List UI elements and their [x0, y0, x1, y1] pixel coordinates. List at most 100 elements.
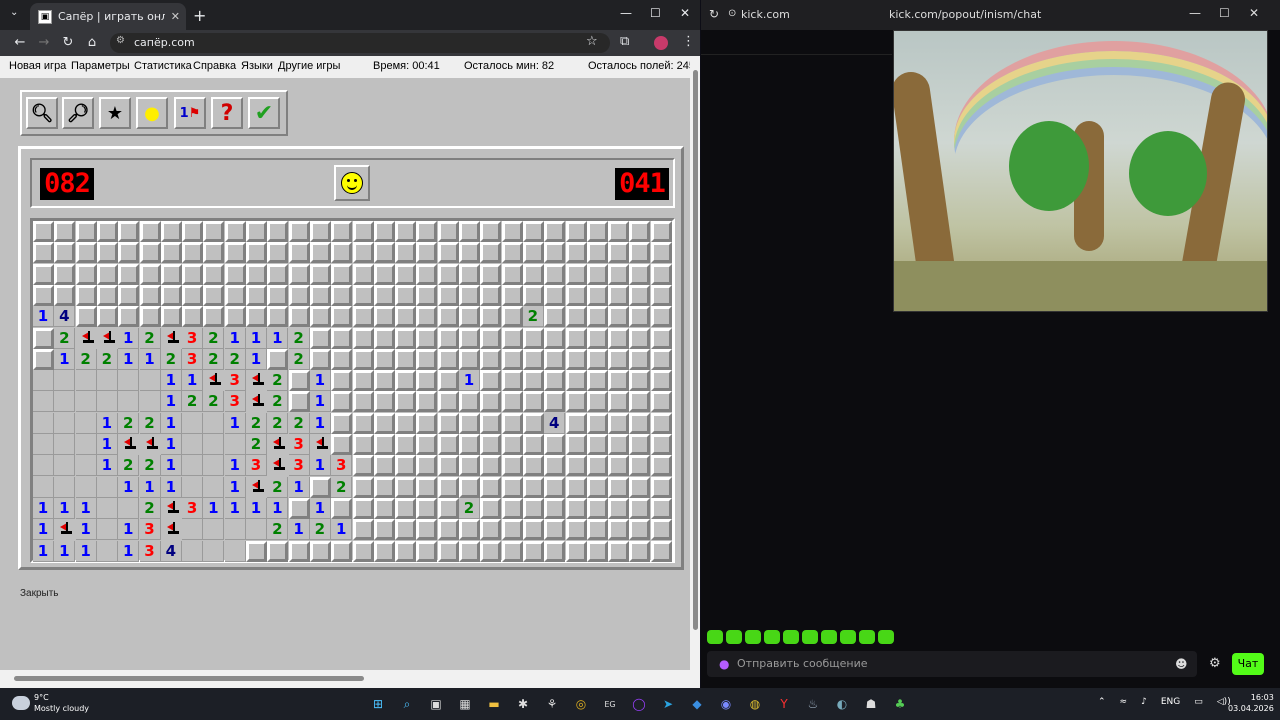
cell-number[interactable]: 1 [309, 412, 331, 434]
cell-empty[interactable] [96, 391, 118, 413]
cell-unopened[interactable] [565, 221, 587, 242]
cell-unopened[interactable] [501, 327, 523, 349]
cell-unopened[interactable] [288, 391, 310, 413]
cell-unopened[interactable] [160, 221, 182, 242]
cell-unopened[interactable] [437, 476, 459, 498]
cell-unopened[interactable] [352, 391, 374, 413]
cell-flagged[interactable] [267, 434, 289, 455]
cell-unopened[interactable] [522, 284, 544, 306]
cell-number[interactable]: 2 [75, 348, 97, 370]
cell-unopened[interactable] [544, 284, 566, 306]
cell-number[interactable]: 2 [118, 412, 140, 434]
cell-unopened[interactable] [373, 327, 395, 349]
cell-unopened[interactable] [437, 242, 459, 264]
cell-unopened[interactable] [395, 434, 417, 455]
cell-empty[interactable] [118, 497, 140, 519]
cell-unopened[interactable] [608, 284, 630, 306]
cell-unopened[interactable] [331, 434, 353, 455]
cell-number[interactable]: 1 [309, 455, 331, 477]
cell-unopened[interactable] [480, 284, 502, 306]
home-icon[interactable]: ⌂ [80, 35, 104, 50]
cell-unopened[interactable] [437, 284, 459, 306]
cell-unopened[interactable] [608, 327, 630, 349]
cell-unopened[interactable] [650, 221, 672, 242]
cell-number[interactable]: 1 [246, 497, 267, 519]
cell-unopened[interactable] [352, 242, 374, 264]
cell-unopened[interactable] [608, 221, 630, 242]
menu-help[interactable]: Справка [193, 60, 236, 72]
cell-empty[interactable] [54, 455, 76, 477]
cell-unopened[interactable] [373, 306, 395, 328]
cell-unopened[interactable] [395, 519, 417, 541]
cell-unopened[interactable] [331, 221, 353, 242]
cell-number[interactable]: 1 [75, 540, 97, 562]
cell-flagged[interactable] [309, 434, 331, 455]
cell-unopened[interactable] [586, 348, 608, 370]
cell-unopened[interactable] [629, 540, 651, 562]
cell-unopened[interactable] [246, 221, 267, 242]
cell-unopened[interactable] [544, 306, 566, 328]
cell-empty[interactable] [75, 476, 97, 498]
cell-unopened[interactable] [160, 284, 182, 306]
cell-unopened[interactable] [331, 284, 353, 306]
cell-unopened[interactable] [224, 221, 246, 242]
cell-unopened[interactable] [309, 306, 331, 328]
cell-unopened[interactable] [565, 476, 587, 498]
cell-unopened[interactable] [309, 540, 331, 562]
cell-number[interactable]: 1 [96, 412, 118, 434]
cell-unopened[interactable] [650, 306, 672, 328]
cell-number[interactable]: 3 [331, 455, 353, 477]
cell-unopened[interactable] [459, 263, 480, 285]
cell-empty[interactable] [182, 412, 204, 434]
cell-unopened[interactable] [565, 540, 587, 562]
cell-empty[interactable] [182, 455, 204, 477]
cell-number[interactable]: 2 [267, 370, 289, 392]
cell-unopened[interactable] [331, 412, 353, 434]
cell-unopened[interactable] [629, 263, 651, 285]
cell-number[interactable]: 1 [246, 327, 267, 349]
cell-unopened[interactable] [373, 497, 395, 519]
cell-unopened[interactable] [608, 497, 630, 519]
cell-empty[interactable] [54, 412, 76, 434]
cell-empty[interactable] [139, 370, 161, 392]
cell-unopened[interactable] [437, 306, 459, 328]
cell-unopened[interactable] [246, 306, 267, 328]
minimize-icon[interactable]: — [1189, 6, 1201, 20]
cell-flagged[interactable] [160, 519, 182, 541]
cell-unopened[interactable] [586, 284, 608, 306]
cell-empty[interactable] [182, 434, 204, 455]
cell-unopened[interactable] [586, 221, 608, 242]
check-icon[interactable]: ✔ [248, 97, 280, 129]
cell-number[interactable]: 1 [224, 455, 246, 477]
cell-unopened[interactable] [650, 434, 672, 455]
cell-unopened[interactable] [650, 370, 672, 392]
cell-number[interactable]: 1 [224, 497, 246, 519]
clock[interactable]: 16:03 03.04.2026 [1228, 692, 1274, 714]
cell-unopened[interactable] [373, 519, 395, 541]
cell-unopened[interactable] [373, 221, 395, 242]
cell-number[interactable]: 2 [118, 455, 140, 477]
cell-number[interactable]: 2 [182, 391, 204, 413]
cell-unopened[interactable] [650, 242, 672, 264]
cell-unopened[interactable] [75, 306, 97, 328]
cell-number[interactable]: 2 [139, 497, 161, 519]
cell-unopened[interactable] [309, 284, 331, 306]
cell-unopened[interactable] [544, 242, 566, 264]
cell-unopened[interactable] [75, 221, 97, 242]
cell-number[interactable]: 1 [118, 540, 140, 562]
cell-unopened[interactable] [373, 412, 395, 434]
cell-unopened[interactable] [373, 540, 395, 562]
cell-unopened[interactable] [352, 412, 374, 434]
emote-icon[interactable] [783, 630, 799, 644]
cell-unopened[interactable] [586, 263, 608, 285]
cell-unopened[interactable] [352, 263, 374, 285]
cell-unopened[interactable] [459, 221, 480, 242]
cell-number[interactable]: 1 [118, 348, 140, 370]
cell-number[interactable]: 2 [203, 348, 225, 370]
cell-unopened[interactable] [459, 519, 480, 541]
cell-unopened[interactable] [182, 263, 204, 285]
cell-flagged[interactable] [160, 327, 182, 349]
cell-unopened[interactable] [75, 284, 97, 306]
cell-unopened[interactable] [650, 540, 672, 562]
cell-unopened[interactable] [182, 242, 204, 264]
